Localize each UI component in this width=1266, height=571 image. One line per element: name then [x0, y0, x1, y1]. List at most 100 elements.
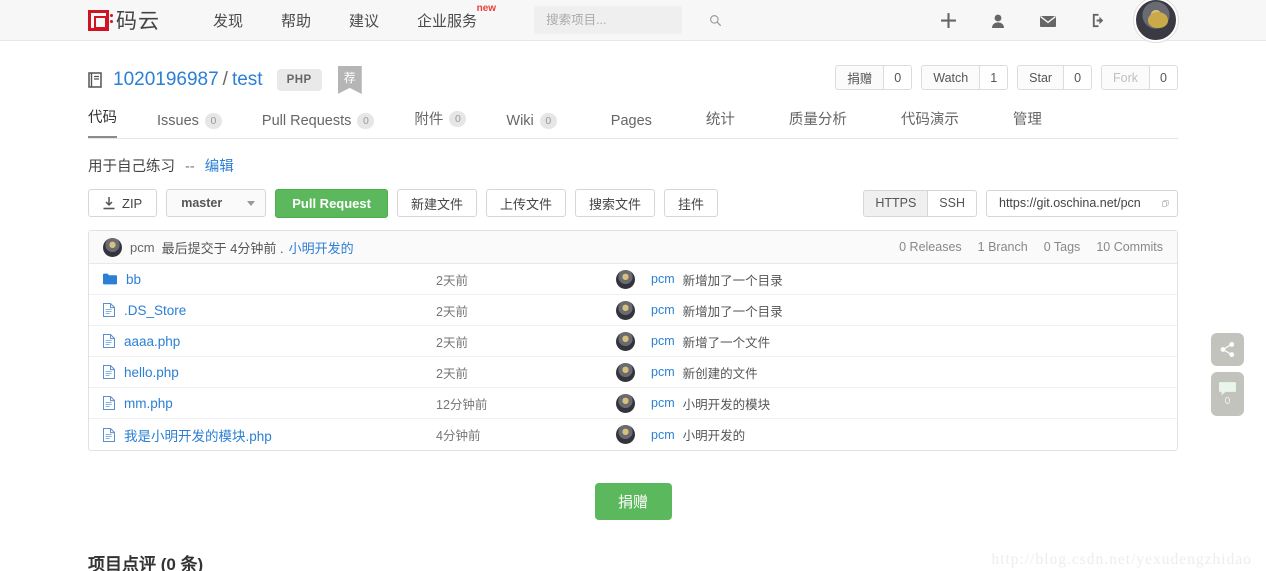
user-avatar[interactable] — [1134, 0, 1178, 42]
tab-quality-analysis[interactable]: 质量分析 — [789, 108, 847, 138]
tab-label: 统计 — [705, 112, 735, 128]
repo-owner-link[interactable]: 1020196987 — [113, 69, 219, 90]
commit-message-link[interactable]: 小明开发的 — [289, 241, 354, 256]
repo-name-link[interactable]: test — [232, 69, 263, 90]
plus-icon[interactable] — [923, 0, 973, 41]
star-counter[interactable]: Star 0 — [1017, 65, 1093, 90]
upload-file-button[interactable]: 上传文件 — [486, 189, 567, 217]
repo-description: 用于自己练习 -- 编辑 — [88, 139, 1178, 188]
avatar — [103, 237, 122, 257]
file-time: 2天前 — [436, 366, 468, 381]
tab-count: 0 — [204, 113, 222, 129]
donate-counter[interactable]: 捐赠 0 — [835, 65, 913, 90]
clone-url-box[interactable] — [986, 189, 1178, 217]
table-row[interactable]: aaaa.php 2天前 pcm 新增了一个文件 — [89, 326, 1177, 357]
tab-count: 0 — [449, 110, 467, 127]
table-row[interactable]: bb 2天前 pcm 新增加了一个目录 — [89, 264, 1177, 295]
commit-author[interactable]: pcm — [651, 303, 675, 317]
commit-message: 新增了一个文件 — [682, 335, 771, 350]
file-commit: pcm 新增加了一个目录 — [616, 300, 783, 320]
copy-icon[interactable] — [1162, 197, 1169, 210]
file-commit: pcm 新增了一个文件 — [616, 331, 771, 351]
donate-section: 捐赠 — [88, 483, 1178, 520]
tab-pages[interactable]: Pages — [611, 113, 652, 138]
pull-request-button[interactable]: Pull Request — [275, 188, 388, 218]
nav-link-suggest[interactable]: 建议 — [330, 10, 398, 31]
donate-button[interactable]: 捐赠 — [594, 483, 672, 520]
file-name-cell: bb — [103, 272, 436, 287]
avatar — [616, 362, 635, 382]
widget-button[interactable]: 挂件 — [664, 189, 719, 217]
stat-commits[interactable]: 10 Commits — [1096, 240, 1163, 254]
table-row[interactable]: mm.php 12分钟前 pcm 小明开发的模块 — [89, 388, 1177, 419]
stat-tags[interactable]: 0 Tags — [1044, 240, 1081, 254]
edit-description-link[interactable]: 编辑 — [205, 159, 234, 175]
commit-message: 小明开发的 — [289, 238, 354, 257]
branch-label: master — [181, 196, 223, 210]
repo-header: 1020196987/test PHP 荐 捐赠 0 Watch 1 Star … — [88, 41, 1178, 97]
counter-count: 0 — [1149, 66, 1177, 89]
tab-manage[interactable]: 管理 — [1013, 108, 1042, 138]
latest-commit-bar: pcm 最后提交于 4分钟前 . 小明开发的 0 Releases 1 Bran… — [89, 231, 1177, 264]
file-icon — [103, 334, 115, 348]
tab-label: 代码 — [88, 110, 117, 126]
counter-label: Star — [1018, 66, 1064, 89]
tab-attachments[interactable]: 附件 0 — [414, 108, 467, 138]
avatar — [616, 331, 635, 351]
commit-author[interactable]: pcm — [651, 396, 675, 410]
repo-tabs: 代码 Issues 0 Pull Requests 0 附件 0 Wiki 0 … — [88, 105, 1178, 139]
stat-branches[interactable]: 1 Branch — [978, 240, 1028, 254]
commit-author[interactable]: pcm — [651, 272, 675, 286]
table-row[interactable]: 我是小明开发的模块.php 4分钟前 pcm 小明开发的 — [89, 419, 1177, 450]
tab-issues[interactable]: Issues 0 — [157, 113, 222, 138]
share-button[interactable] — [1211, 333, 1244, 366]
protocol-ssh-button[interactable]: SSH — [927, 190, 976, 216]
commit-author[interactable]: pcm — [651, 365, 675, 379]
tab-label: 质量分析 — [788, 112, 847, 128]
avatar — [616, 300, 635, 320]
fork-counter[interactable]: Fork 0 — [1101, 65, 1178, 90]
protocol-https-button[interactable]: HTTPS — [864, 190, 928, 216]
comment-button[interactable]: 0 — [1211, 372, 1244, 416]
tab-code-demo[interactable]: 代码演示 — [901, 108, 959, 138]
file-link[interactable]: bb — [126, 272, 141, 287]
file-link[interactable]: .DS_Store — [124, 303, 186, 318]
table-row[interactable]: hello.php 2天前 pcm 新创建的文件 — [89, 357, 1177, 388]
counter-count: 0 — [1063, 66, 1092, 89]
user-icon[interactable] — [973, 0, 1023, 41]
logout-icon[interactable] — [1073, 0, 1123, 41]
search-box[interactable] — [534, 6, 722, 34]
search-input[interactable] — [544, 12, 710, 28]
tab-count: 0 — [357, 113, 375, 129]
file-link[interactable]: hello.php — [124, 365, 179, 380]
tab-pull-requests[interactable]: Pull Requests 0 — [261, 113, 375, 138]
recommended-ribbon-icon: 荐 — [337, 66, 362, 94]
search-file-button[interactable]: 搜索文件 — [575, 189, 656, 217]
tab-wiki[interactable]: Wiki 0 — [506, 113, 557, 138]
download-zip-button[interactable]: ZIP — [88, 189, 158, 217]
nav-link-discover[interactable]: 发现 — [194, 10, 262, 31]
watch-counter[interactable]: Watch 1 — [921, 65, 1009, 90]
commit-author[interactable]: pcm — [651, 334, 675, 348]
new-file-button[interactable]: 新建文件 — [396, 189, 477, 217]
page-body: 1020196987/test PHP 荐 捐赠 0 Watch 1 Star … — [0, 41, 1266, 571]
tab-code[interactable]: 代码 — [88, 106, 117, 138]
file-link[interactable]: aaaa.php — [124, 334, 180, 349]
clone-url-input[interactable] — [997, 195, 1162, 211]
commit-author[interactable]: pcm — [651, 428, 675, 442]
nav-link-help[interactable]: 帮助 — [262, 10, 330, 31]
site-logo[interactable]: 码云 — [88, 5, 160, 35]
top-navigation-bar: 码云 发现 帮助 建议 企业服务 new — [0, 0, 1266, 42]
stat-releases[interactable]: 0 Releases — [899, 240, 962, 254]
comment-icon — [1219, 382, 1236, 396]
tab-label: Pull Requests — [261, 113, 352, 129]
counter-label: Fork — [1102, 66, 1150, 89]
envelope-icon[interactable] — [1023, 0, 1073, 41]
file-commit: pcm 小明开发的模块 — [616, 393, 770, 413]
file-link[interactable]: 我是小明开发的模块.php — [124, 425, 272, 445]
nav-link-enterprise[interactable]: 企业服务 new — [398, 3, 496, 31]
tab-statistics[interactable]: 统计 — [706, 108, 735, 138]
branch-selector[interactable]: master — [166, 189, 267, 217]
table-row[interactable]: .DS_Store 2天前 pcm 新增加了一个目录 — [89, 295, 1177, 326]
file-link[interactable]: mm.php — [124, 396, 173, 411]
